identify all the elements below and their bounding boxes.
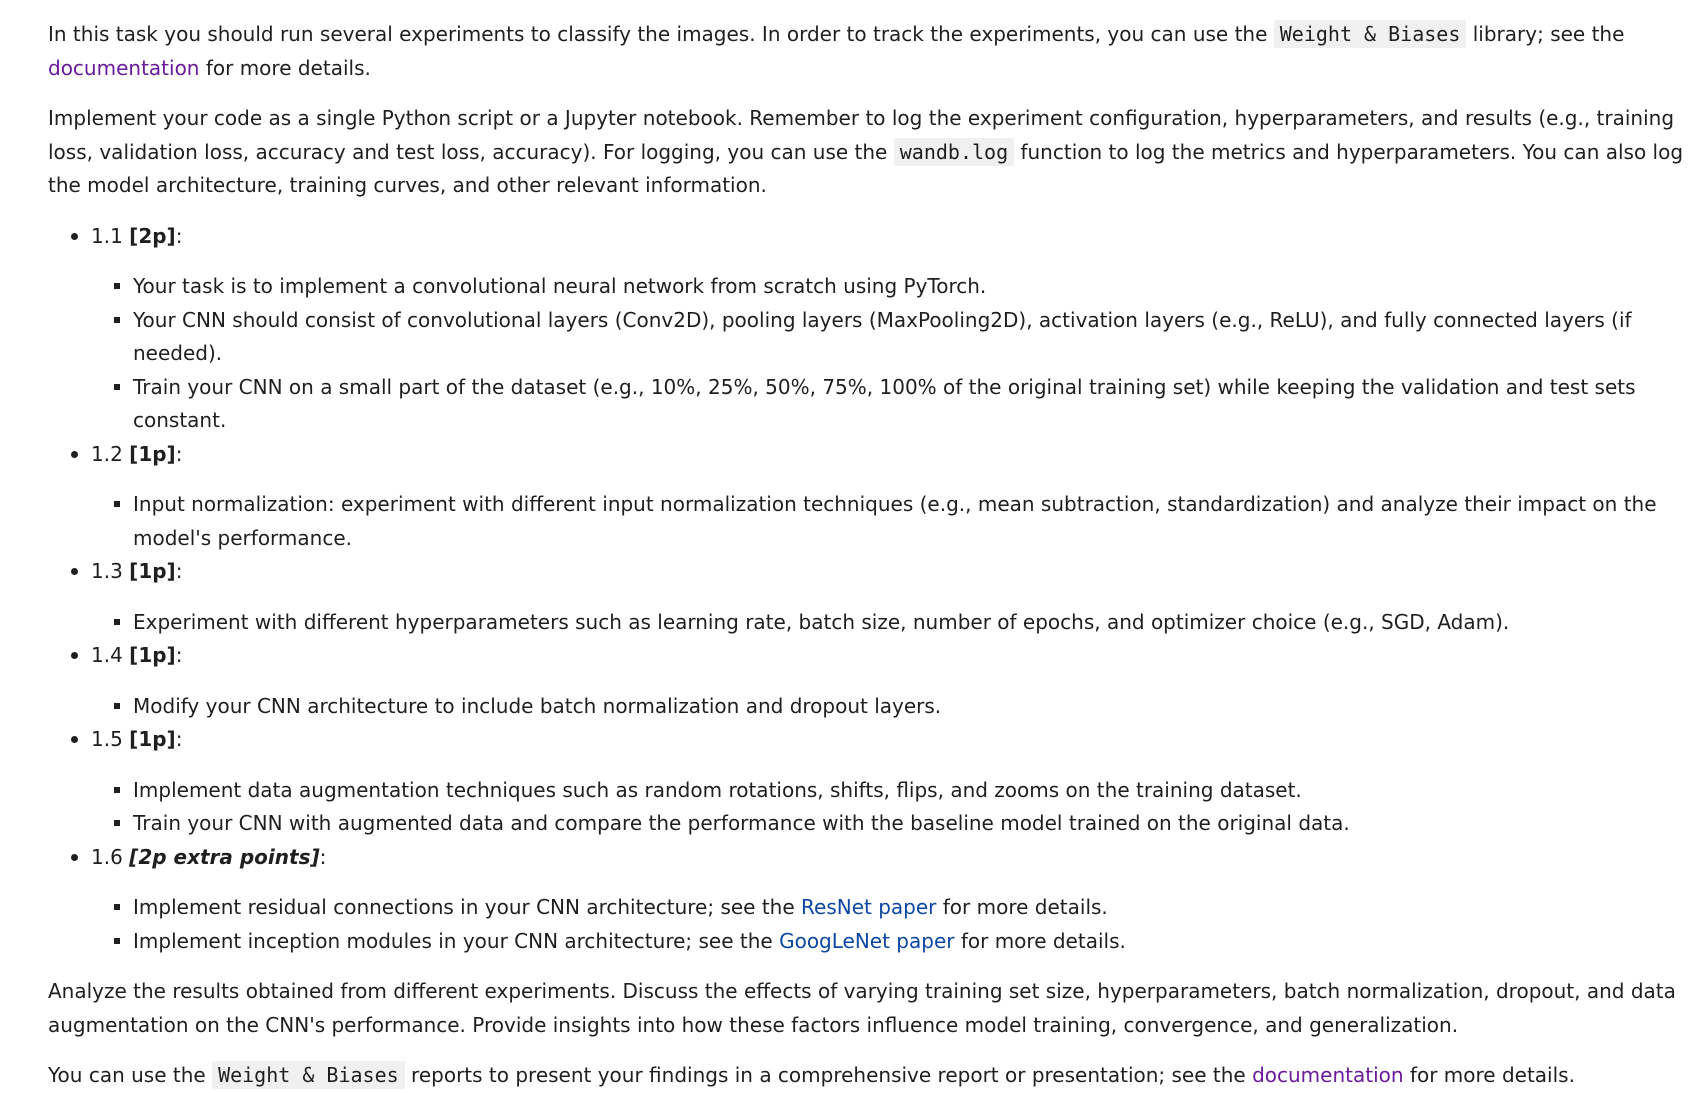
bullet-square — [114, 283, 120, 289]
task-list: 1.1 [2p]: Your task is to implement a co… — [48, 220, 1688, 959]
task-number: 1.2 — [91, 441, 130, 466]
task-heading: 1.4 [1p]: — [91, 639, 1688, 673]
intro-text: library; see the — [1466, 22, 1625, 46]
subtask-text: Experiment with different hyperparameter… — [133, 609, 1510, 634]
task-colon: : — [319, 844, 327, 869]
subtask-text: Implement data augmentation techniques s… — [133, 777, 1302, 802]
task-heading: 1.1 [2p]: — [91, 220, 1688, 254]
subtask-item: Experiment with different hyperparameter… — [91, 606, 1688, 640]
documentation-link[interactable]: documentation — [1252, 1063, 1403, 1087]
bullet-square — [114, 820, 120, 826]
task-item-1-6: 1.6 [2p extra points]: Implement residua… — [48, 841, 1688, 959]
reports-paragraph: You can use the Weight & Biases reports … — [48, 1059, 1688, 1093]
subtask-list: Implement data augmentation techniques s… — [91, 774, 1688, 841]
subtask-text: Your task is to implement a convolutiona… — [133, 274, 987, 298]
task-number: 1.6 — [91, 844, 130, 869]
reports-text: You can use the — [48, 1063, 213, 1087]
bullet-square — [114, 937, 120, 944]
subtask-text: Your CNN should consist of convolutional… — [133, 307, 1632, 366]
subtask-text: Train your CNN with augmented data and c… — [133, 811, 1350, 835]
task-number: 1.3 — [91, 559, 130, 583]
task-points: [2p extra points] — [129, 844, 320, 869]
documentation-link[interactable]: documentation — [48, 56, 199, 80]
bullet-square — [114, 383, 120, 390]
task-points: [2p] — [129, 223, 176, 248]
subtask-text: Train your CNN on a small part of the da… — [133, 374, 1636, 433]
subtask-text: for more details. — [936, 895, 1108, 919]
bullet-dot — [71, 450, 78, 458]
task-colon: : — [175, 441, 183, 466]
subtask-list: Experiment with different hyperparameter… — [91, 606, 1688, 640]
googlenet-paper-link[interactable]: GoogLeNet paper — [779, 929, 954, 953]
subtask-item: Modify your CNN architecture to include … — [91, 690, 1688, 724]
bullet-dot — [71, 652, 78, 659]
subtask-item: Train your CNN with augmented data and c… — [91, 807, 1688, 841]
task-number: 1.5 — [91, 727, 130, 751]
inline-code-wandb-log: wandb.log — [893, 137, 1015, 166]
intro-text: In this task you should run several expe… — [48, 22, 1274, 46]
task-item-1-4: 1.4 [1p]: Modify your CNN architecture t… — [48, 639, 1688, 723]
subtask-text: Implement residual connections in your C… — [133, 895, 802, 919]
subtask-item: Implement residual connections in your C… — [91, 891, 1688, 925]
reports-text: reports to present your findings in a co… — [404, 1063, 1253, 1087]
task-colon: : — [175, 727, 183, 751]
subtask-list: Your task is to implement a convolutiona… — [91, 270, 1688, 438]
subtask-item: Input normalization: experiment with dif… — [91, 488, 1688, 555]
resnet-paper-link[interactable]: ResNet paper — [801, 895, 936, 919]
bullet-square — [114, 702, 120, 709]
subtask-list: Modify your CNN architecture to include … — [91, 690, 1688, 724]
bullet-square — [114, 501, 120, 507]
task-number: 1.4 — [91, 643, 130, 667]
bullet-square — [114, 786, 120, 793]
task-heading: 1.3 [1p]: — [91, 555, 1688, 589]
task-heading: 1.6 [2p extra points]: — [91, 841, 1688, 875]
subtask-item: Your task is to implement a convolutiona… — [91, 270, 1688, 304]
analysis-paragraph: Analyze the results obtained from differ… — [48, 975, 1688, 1042]
subtask-item: Implement data augmentation techniques s… — [91, 774, 1688, 808]
subtask-text: Implement inception modules in your CNN … — [133, 928, 780, 953]
subtask-item: Train your CNN on a small part of the da… — [91, 371, 1688, 438]
task-colon: : — [175, 643, 183, 667]
document-body: In this task you should run several expe… — [0, 0, 1688, 1093]
task-colon: : — [175, 223, 183, 248]
task-points: [1p] — [129, 441, 176, 466]
subtask-list: Implement residual connections in your C… — [91, 891, 1688, 958]
intro-text: for more details. — [199, 55, 371, 80]
task-item-1-2: 1.2 [1p]: Input normalization: experimen… — [48, 438, 1688, 556]
bullet-square — [114, 316, 120, 323]
bullet-square — [114, 904, 120, 910]
bullet-dot — [71, 853, 78, 861]
task-points: [1p] — [129, 643, 176, 667]
intro-paragraph-1: In this task you should run several expe… — [48, 18, 1688, 85]
subtask-text: Input normalization: experiment with dif… — [133, 492, 1657, 550]
subtask-item: Implement inception modules in your CNN … — [91, 925, 1688, 959]
bullet-dot — [71, 568, 78, 575]
task-item-1-5: 1.5 [1p]: Implement data augmentation te… — [48, 723, 1688, 841]
subtask-text: Modify your CNN architecture to include … — [133, 693, 942, 718]
subtask-list: Input normalization: experiment with dif… — [91, 488, 1688, 555]
inline-code-wandb: Weight & Biases — [1273, 20, 1467, 48]
subtask-text: for more details. — [954, 928, 1126, 953]
bullet-dot — [71, 232, 78, 240]
analysis-text: Analyze the results obtained from differ… — [48, 979, 1676, 1037]
subtask-item: Your CNN should consist of convolutional… — [91, 304, 1688, 371]
task-points: [1p] — [129, 559, 176, 583]
task-colon: : — [175, 559, 183, 583]
inline-code-wandb: Weight & Biases — [212, 1061, 405, 1089]
task-heading: 1.5 [1p]: — [91, 723, 1688, 757]
task-number: 1.1 — [91, 223, 130, 248]
bullet-dot — [71, 736, 78, 743]
intro-paragraph-2: Implement your code as a single Python s… — [48, 102, 1688, 203]
reports-text: for more details. — [1403, 1063, 1575, 1087]
task-item-1-1: 1.1 [2p]: Your task is to implement a co… — [48, 220, 1688, 438]
task-heading: 1.2 [1p]: — [91, 438, 1688, 472]
task-points: [1p] — [129, 727, 176, 751]
bullet-square — [114, 618, 120, 625]
task-item-1-3: 1.3 [1p]: Experiment with different hype… — [48, 555, 1688, 639]
